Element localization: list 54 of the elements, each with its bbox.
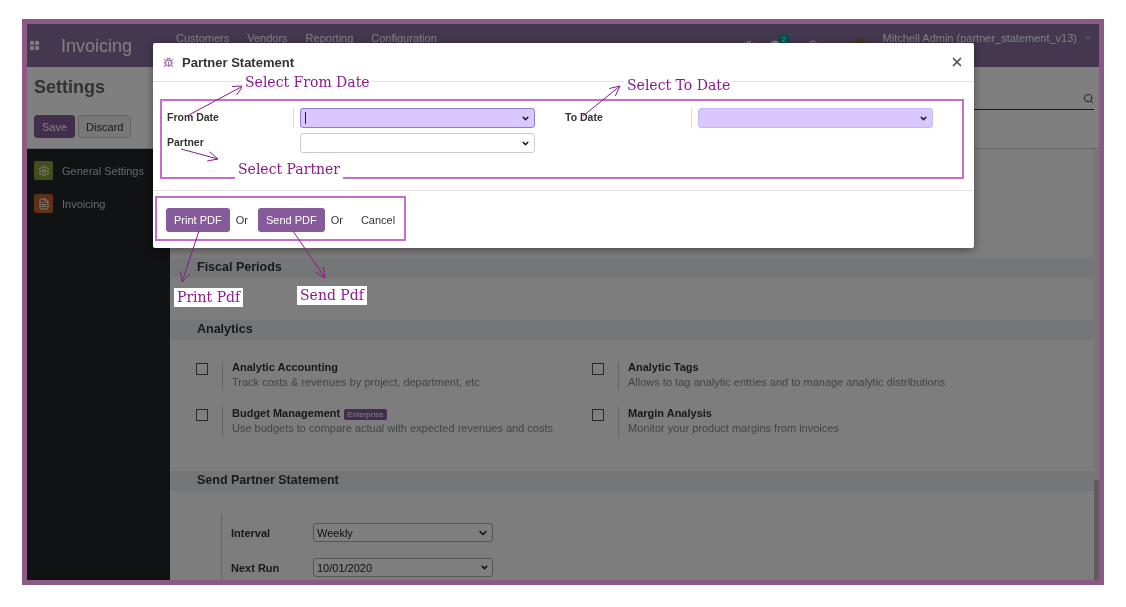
field-label: Next Run — [231, 561, 281, 574]
page-title: Settings — [34, 77, 105, 99]
checkbox[interactable] — [592, 363, 604, 375]
sidebar-item[interactable]: Invoicing — [34, 194, 163, 213]
close-button[interactable] — [950, 55, 964, 69]
field-label: To Date — [565, 110, 604, 123]
setting-title: Budget Management Enterprise — [232, 407, 554, 419]
nav-menu-item[interactable]: Configuration — [371, 32, 437, 44]
annotation-label: Print Pdf — [174, 288, 244, 307]
field-label: Interval — [231, 526, 272, 539]
select-field[interactable]: Weekly — [313, 523, 493, 542]
setting-title: Analytic Accounting — [232, 361, 339, 373]
field-label: Partner — [167, 135, 205, 148]
setting-title: Analytic Tags — [628, 361, 700, 373]
gear-icon — [34, 161, 53, 180]
annotation-label: Select Partner — [235, 160, 343, 179]
nav-menu-item[interactable]: Reporting — [305, 32, 354, 44]
save-button[interactable]: Save — [34, 115, 76, 138]
checkbox[interactable] — [196, 363, 208, 375]
bug-icon — [163, 56, 174, 68]
or-text: Or — [235, 213, 249, 226]
caret-icon — [480, 563, 489, 572]
checkbox[interactable] — [592, 409, 604, 421]
caret-icon — [1083, 33, 1093, 43]
user-menu[interactable]: Mitchell Admin (partner_statement_v13) — [882, 32, 1093, 44]
annotation-arrow — [180, 148, 219, 162]
annotation-label: Send Pdf — [297, 286, 367, 305]
enterprise-badge: Enterprise — [344, 409, 387, 420]
or-text: Or — [330, 213, 344, 226]
sidebar-item[interactable]: General Settings — [34, 161, 163, 180]
date-field[interactable] — [698, 108, 933, 128]
pdf-button[interactable]: Print PDF — [166, 207, 230, 232]
search-icon — [1083, 92, 1094, 104]
section-header: Send Partner Statement — [170, 471, 1094, 491]
dialog-title: Partner Statement — [182, 54, 294, 70]
field-label: From Date — [167, 110, 220, 123]
pdf-button[interactable]: Send PDF — [257, 207, 325, 232]
document-icon — [34, 194, 53, 213]
scrollbar[interactable] — [1094, 149, 1099, 580]
checkbox[interactable] — [196, 409, 208, 421]
nav-menu-item[interactable]: Customers — [176, 32, 230, 44]
annotation-arrow — [292, 230, 326, 279]
date-field[interactable]: 10/01/2020 — [313, 558, 493, 577]
setting-description: Track costs & revenues by project, department, etc — [232, 376, 480, 388]
setting-title: Margin Analysis — [628, 407, 713, 419]
date-field[interactable] — [300, 108, 535, 128]
app-name: Invoicing — [61, 35, 133, 57]
section-header: Fiscal Periods — [170, 258, 1094, 278]
cancel-button[interactable]: Cancel — [352, 207, 404, 232]
section-header: Analytics — [170, 320, 1094, 340]
select-field[interactable] — [300, 133, 535, 153]
setting-description: Monitor your product margins from invoices — [628, 422, 839, 434]
nav-menu-item[interactable]: Vendors — [247, 32, 288, 44]
discard-button[interactable]: Discard — [78, 115, 132, 138]
